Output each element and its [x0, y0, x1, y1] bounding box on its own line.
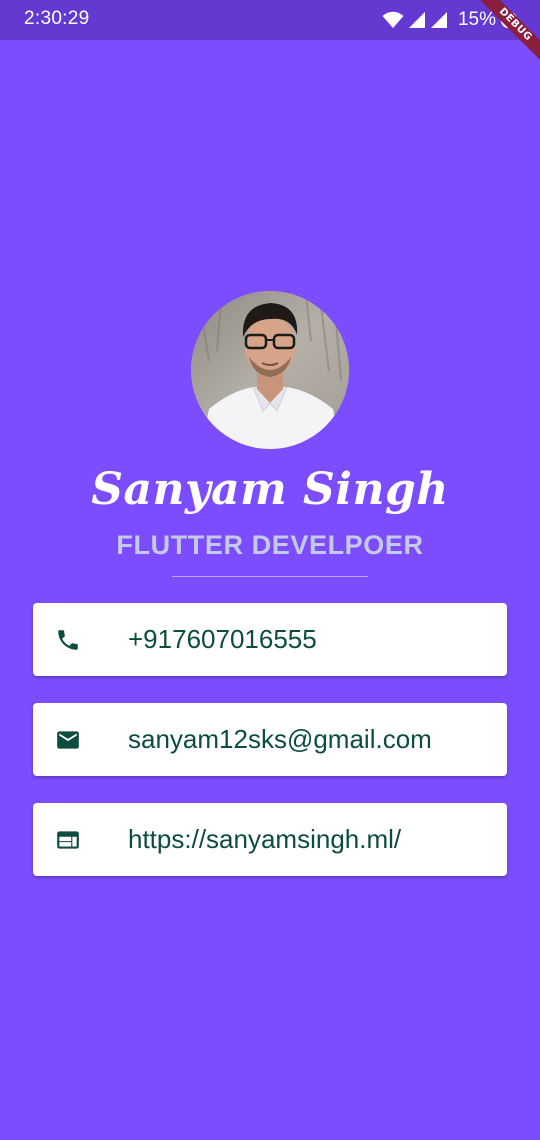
profile-name: Sanyam Singh [91, 464, 449, 515]
phone-card[interactable]: +917607016555 [33, 603, 507, 676]
email-address: sanyam12sks@gmail.com [128, 724, 432, 754]
divider [172, 576, 368, 577]
avatar [191, 291, 349, 449]
status-time: 2:30:29 [24, 8, 90, 29]
wifi-icon [382, 11, 404, 29]
profile-photo [191, 291, 349, 449]
signal-icon [408, 11, 426, 29]
phone-icon [55, 627, 81, 653]
battery-icon [500, 11, 518, 29]
profile-title: FLUTTER DEVELPOER [116, 530, 424, 560]
website-url: https://sanyamsingh.ml/ [128, 824, 402, 854]
status-bar: 2:30:29 15% [0, 0, 540, 40]
email-card[interactable]: sanyam12sks@gmail.com [33, 703, 507, 776]
signal-icon-2 [430, 11, 448, 29]
website-card[interactable]: https://sanyamsingh.ml/ [33, 803, 507, 876]
email-icon [55, 727, 81, 753]
status-icons: 15% [382, 9, 518, 31]
phone-number: +917607016555 [128, 624, 317, 654]
web-icon [55, 827, 81, 853]
battery-percent: 15% [457, 9, 496, 30]
